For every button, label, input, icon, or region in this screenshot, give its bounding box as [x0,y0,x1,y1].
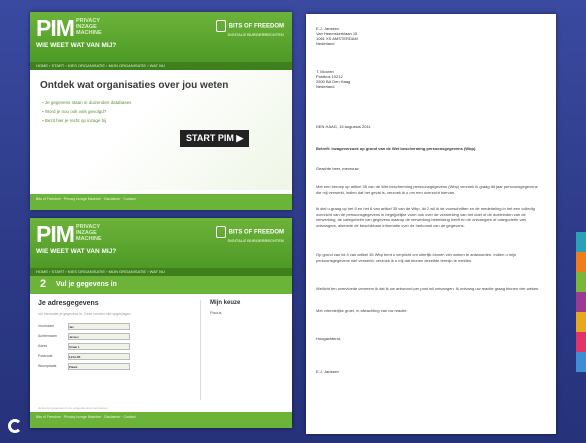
letter-subject: Betreft: inzageverzoek op grond van de W… [316,146,476,151]
first-name-input[interactable] [68,323,130,330]
pim-homepage-screenshot: PIM PRIVACY INZAGE MACHINE WIE WEET WAT … [30,12,292,210]
recipient-line: Nederland [316,84,335,89]
field-label: Achternaam [38,334,57,338]
field-label: Woonplaats [38,364,57,368]
letter-paragraph: Wellicht ten overvloede verneem ik dat i… [316,286,540,291]
form-title: Je adresgegevens [38,300,99,307]
partner-name: BITS OF FREEDOM [228,23,284,30]
page-title: Ontdek wat organisaties over jou weten [40,80,229,91]
partner-subtitle: DIGITALE BURGERRECHTEN [227,238,284,243]
field-label: Postcode [38,354,53,358]
partner-logo: BITS OF FREEDOM DIGITALE BURGERRECHTEN [215,20,284,37]
form-row: Adres [38,343,130,350]
presentation-logo-icon [8,419,22,433]
site-tagline: WIE WEET WAT VAN MIJ? [36,42,117,49]
start-pim-button[interactable]: START PIM ▶ [180,130,250,147]
site-header: PIM PRIVACY INZAGE MACHINE WIE WEET WAT … [30,12,292,62]
step-label: Vul je gegevens in [56,281,117,288]
letter-paragraph: Op grond van lid 4 van artikel 35 Wbp be… [316,252,517,263]
form-row: Woonplaats [38,363,130,370]
column-divider [200,300,201,400]
form-row: Postcode [38,353,130,360]
site-footer: Bits of Freedom · Privacy Inzage Machine… [30,194,292,210]
step-number: 2 [40,278,47,290]
letter-date: DEN HAAG, 15 augustus 2011 [316,124,371,129]
field-label: Voornaam [38,324,54,328]
pim-logo: PIM [36,221,75,247]
last-name-input[interactable] [68,333,130,340]
color-bar [576,252,586,272]
pim-form-screenshot: PIM PRIVACY INZAGE MACHINE WIE WEET WAT … [30,218,292,428]
breadcrumb[interactable]: HOME › START › KIES ORGANISATIE › MIJN O… [30,268,292,276]
letter-paragraph: Ik stel u graag op het 5 en het 6 van ar… [316,206,535,228]
color-bars [576,232,586,372]
site-tagline: WIE WEET WAT VAN MIJ? [36,248,117,255]
form-note: Vul hieronder je gegevens in. Deze worde… [38,312,132,316]
site-footer: Bits of Freedom · Privacy Inzage Machine… [30,412,292,428]
feature-item[interactable]: Word je nou ook vals gevolgd? [42,109,131,114]
choice-item[interactable]: Fiscus [210,310,222,315]
address-form: Je adresgegevens Vul hieronder je gegeve… [30,294,292,414]
partner-subtitle: DIGITALE BURGERRECHTEN [227,32,284,37]
letter-signature: E.J. Janssen [316,369,339,374]
choice-title: Mijn keuze [210,300,241,306]
letter-paragraph: Met een beroep op artikel 35 van de Wet … [316,184,538,195]
logo-subtitle: PRIVACY INZAGE MACHINE [76,224,102,242]
breadcrumb[interactable]: HOME › START › KIES ORGANISATIE › MIJN O… [30,62,292,70]
letter-paragraph: Met vriendelijke groet, in afwachting va… [316,308,408,313]
bof-icon [215,20,226,32]
pim-logo: PIM [36,15,75,41]
color-bar [576,312,586,332]
form-footnote: Je kunt je gegevens in de volgende stap … [38,406,109,410]
feature-item[interactable]: Je gegevens staan in duizenden databases [42,100,132,105]
color-bar [576,272,586,292]
color-bar [576,332,586,352]
postcode-input[interactable] [68,353,130,360]
feature-item[interactable]: Bezit hier je recht op inzage bij [42,118,131,123]
city-input[interactable] [68,363,130,370]
partner-name: BITS OF FREEDOM [228,229,284,236]
color-bar [576,292,586,312]
step-header: 2 Vul je gegevens in [30,276,292,294]
feature-list: Je gegevens staan in duizenden databases… [42,100,132,127]
hero-section: Ontdek wat organisaties over jou weten J… [30,70,292,190]
letter-salutation: Geachte heer, mevrouw [316,166,359,171]
bof-icon [215,226,226,238]
partner-logo: BITS OF FREEDOM DIGITALE BURGERRECHTEN [215,226,284,243]
sender-line: Nederland [316,41,335,46]
color-bar [576,232,586,252]
site-header: PIM PRIVACY INZAGE MACHINE WIE WEET WAT … [30,218,292,268]
field-label: Adres [38,344,48,348]
address-input[interactable] [68,343,130,350]
logo-subtitle: PRIVACY INZAGE MACHINE [76,18,102,36]
letter-closing: Hoogachtend, [316,336,341,341]
inzage-letter: E.J. Janssen Van Heemskerklaan 15 1061 X… [306,14,556,434]
color-bar [576,352,586,372]
form-row: Achternaam [38,333,130,340]
form-row: Voornaam [38,323,130,330]
